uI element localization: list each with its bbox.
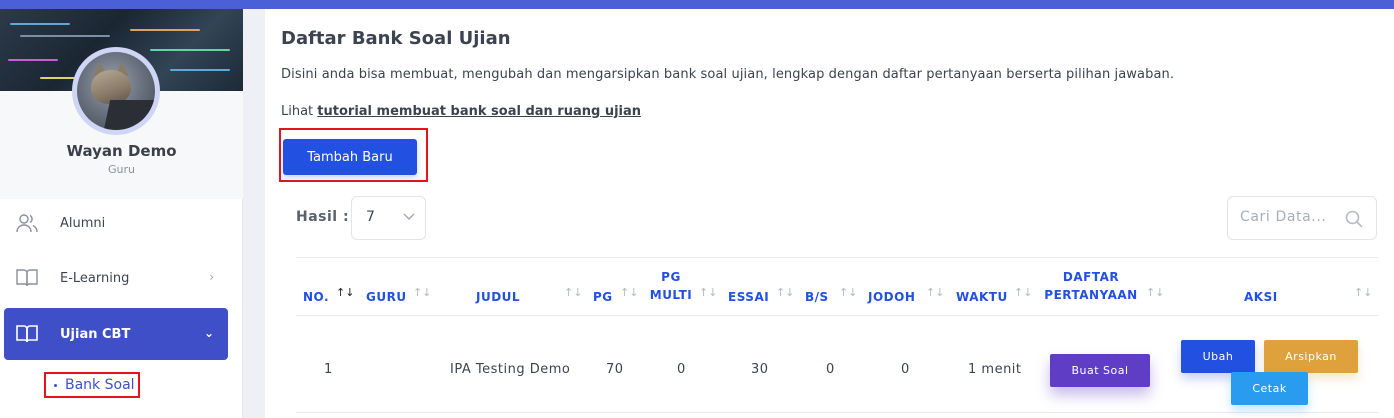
chevron-down-icon: ⌄ [203, 326, 214, 340]
col-daftar-line1: DAFTAR [1062, 270, 1120, 284]
user-role: Guru [108, 163, 135, 176]
cell-essai: 30 [751, 362, 769, 377]
sort-icon[interactable]: ↑↓ [1354, 286, 1372, 299]
sort-icon[interactable]: ↑↓ [413, 286, 431, 299]
col-daftar-pertanyaan[interactable]: DAFTAR PERTANYAAN [1043, 268, 1139, 304]
tutorial-link[interactable]: tutorial membuat bank soal dan ruang uji… [317, 104, 641, 119]
book-icon [14, 267, 40, 289]
sort-icon[interactable]: ↑↓ [699, 286, 717, 299]
sidebar: Wayan Demo Guru Alumni E-Learning › Ujia… [0, 9, 243, 418]
col-essai[interactable]: ESSAI [728, 288, 769, 306]
avatar-image [77, 52, 155, 130]
book-open-icon [14, 323, 40, 345]
main-card: Daftar Bank Soal Ujian Disini anda bisa … [265, 9, 1394, 418]
search-icon[interactable] [1344, 209, 1364, 229]
tutorial-line: Lihat tutorial membuat bank soal dan rua… [281, 104, 641, 119]
sidebar-item-label: E-Learning [60, 270, 130, 286]
cell-pg: 70 [606, 362, 624, 377]
col-no[interactable]: NO. [303, 288, 329, 306]
user-name: Wayan Demo [66, 142, 177, 160]
search-input[interactable] [1240, 209, 1340, 225]
col-guru[interactable]: GURU [366, 288, 407, 306]
col-aksi[interactable]: AKSI [1244, 288, 1278, 306]
sidebar-item-label: Ujian CBT [60, 326, 131, 342]
top-bar [0, 0, 1394, 9]
page-size-label: Hasil : [296, 209, 350, 225]
sort-asc-icon[interactable]: ↑↓ [336, 286, 354, 299]
buat-soal-button[interactable]: Buat Soal [1050, 354, 1150, 387]
col-pg[interactable]: PG [593, 288, 613, 306]
col-pg-multi[interactable]: PG MULTI [648, 268, 694, 304]
cetak-button[interactable]: Cetak [1231, 372, 1308, 405]
cell-jodoh: 0 [901, 362, 910, 377]
col-jodoh[interactable]: JODOH [868, 288, 915, 306]
col-pg-multi-line1: PG [661, 270, 681, 284]
search-box [1227, 196, 1377, 240]
cell-judul: IPA Testing Demo [450, 362, 571, 377]
col-pg-multi-line2: MULTI [649, 288, 693, 302]
chevron-down-icon [403, 211, 415, 224]
cell-waktu: 1 menit [968, 362, 1022, 377]
add-button-highlight: Tambah Baru [279, 128, 428, 182]
col-waktu[interactable]: WAKTU [956, 288, 1008, 306]
sidebar-subitem-bank-soal[interactable]: Bank Soal [44, 372, 140, 398]
col-judul[interactable]: JUDUL [476, 288, 520, 306]
sort-icon[interactable]: ↑↓ [926, 286, 944, 299]
col-bs[interactable]: B/S [805, 288, 829, 306]
page-description: Disini anda bisa membuat, mengubah dan m… [281, 67, 1175, 82]
table-row: 1 IPA Testing Demo 70 0 30 0 0 1 menit B… [296, 316, 1378, 413]
sort-icon[interactable]: ↑↓ [776, 286, 794, 299]
sidebar-subitem-label: Bank Soal [65, 377, 135, 393]
users-icon [14, 212, 40, 234]
arsipkan-button[interactable]: Arsipkan [1264, 340, 1358, 373]
page-title: Daftar Bank Soal Ujian [281, 28, 511, 49]
data-table: NO. ↑↓ GURU ↑↓ JUDUL ↑↓ PG ↑↓ PG MULTI ↑… [296, 257, 1378, 413]
page-size-value: 7 [366, 209, 375, 225]
cell-bs: 0 [826, 362, 835, 377]
sidebar-item-alumni[interactable]: Alumni [4, 197, 228, 249]
chevron-right-icon: › [209, 270, 214, 284]
sort-icon[interactable]: ↑↓ [1014, 286, 1032, 299]
sidebar-item-e-learning[interactable]: E-Learning › [4, 252, 228, 304]
table-header: NO. ↑↓ GURU ↑↓ JUDUL ↑↓ PG ↑↓ PG MULTI ↑… [296, 257, 1378, 316]
page-size-select[interactable]: 7 [351, 196, 426, 240]
sort-icon[interactable]: ↑↓ [839, 286, 857, 299]
sort-icon[interactable]: ↑↓ [564, 286, 582, 299]
col-daftar-line2: PERTANYAAN [1044, 288, 1138, 302]
cell-pg-multi: 0 [677, 362, 686, 377]
add-new-button[interactable]: Tambah Baru [283, 139, 417, 175]
cell-no: 1 [324, 362, 333, 377]
avatar[interactable] [72, 47, 160, 135]
sort-icon[interactable]: ↑↓ [620, 286, 638, 299]
sort-icon[interactable]: ↑↓ [1146, 286, 1164, 299]
sidebar-item-label: Alumni [60, 215, 106, 231]
sidebar-item-ujian-cbt[interactable]: Ujian CBT ⌄ [4, 308, 228, 360]
ubah-button[interactable]: Ubah [1181, 340, 1255, 373]
bullet-icon [54, 383, 57, 387]
tutorial-prefix: Lihat [281, 104, 318, 119]
